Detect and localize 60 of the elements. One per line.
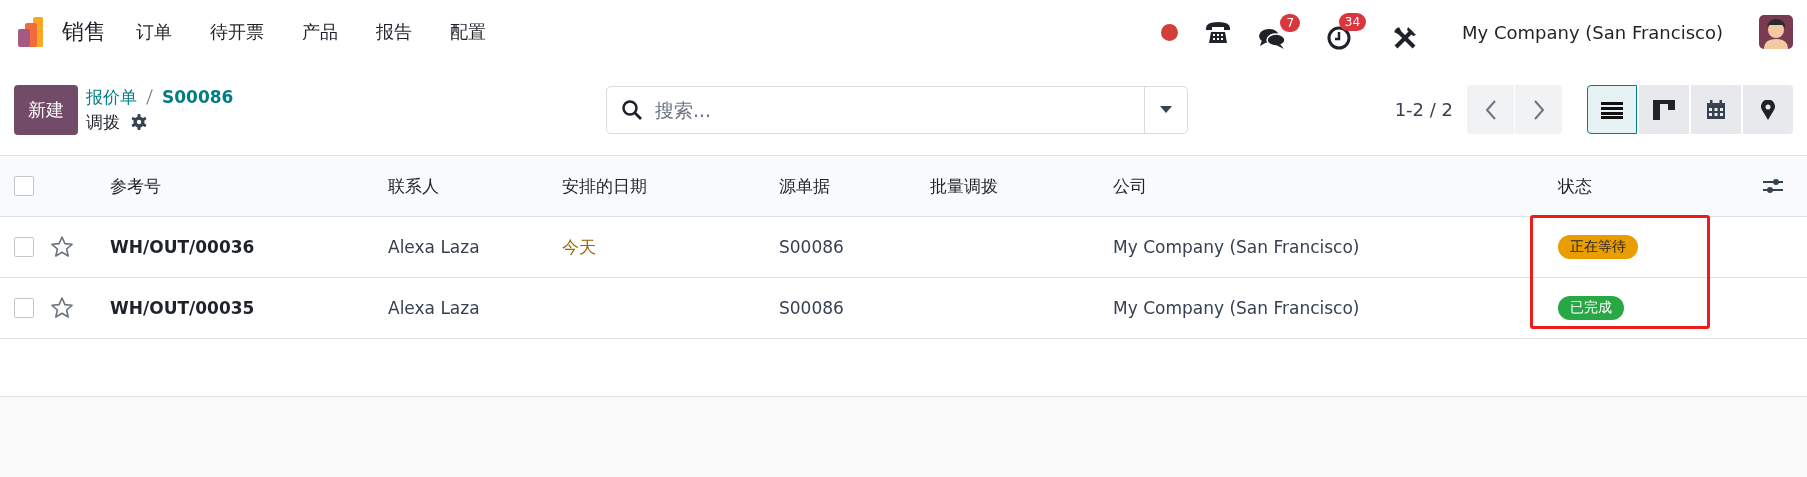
menu-item[interactable]: 配置: [450, 20, 486, 44]
table-cell: S00086: [779, 298, 844, 318]
select-all-checkbox[interactable]: [14, 176, 34, 196]
row-checkbox[interactable]: [14, 298, 34, 318]
table-cell: My Company (San Francisco): [1113, 298, 1360, 318]
chevron-right-icon: [1532, 98, 1545, 121]
breadcrumb-link[interactable]: S00086: [162, 87, 234, 107]
count-badge: 7: [1280, 14, 1301, 32]
list-view-button[interactable]: [1587, 85, 1637, 134]
user-avatar[interactable]: [1759, 15, 1793, 49]
count-badge: 34: [1338, 13, 1367, 31]
row-checkbox[interactable]: [14, 237, 34, 257]
column-header[interactable]: 联系人: [388, 174, 439, 198]
column-header[interactable]: 安排的日期: [562, 174, 647, 198]
company-switcher[interactable]: My Company (San Francisco): [1462, 21, 1723, 43]
calendar-view-button[interactable]: [1691, 85, 1741, 134]
table-cell: My Company (San Francisco): [1113, 237, 1360, 257]
app-name[interactable]: 销售: [62, 17, 106, 47]
calendar-icon: [1706, 99, 1726, 120]
activity-button[interactable]: 34: [1326, 13, 1367, 51]
table-cell: 今天: [562, 235, 596, 259]
star-icon[interactable]: [50, 296, 74, 320]
status-tag: 正在等待: [1558, 235, 1638, 259]
search-field[interactable]: 搜索...: [606, 85, 1188, 134]
star-icon[interactable]: [50, 235, 74, 259]
table-cell: WH/OUT/00036: [110, 237, 255, 257]
column-header[interactable]: 批量调拨: [930, 174, 998, 198]
kanban-view-button[interactable]: [1639, 85, 1689, 134]
table-cell: S00086: [779, 237, 844, 257]
page-title: 调拨: [86, 110, 120, 134]
menu-item[interactable]: 待开票: [210, 20, 264, 44]
settings-icon[interactable]: [130, 113, 148, 131]
search-icon: [621, 98, 643, 121]
caret-icon: [1160, 106, 1172, 113]
status-tag: 已完成: [1558, 296, 1624, 320]
column-header[interactable]: 状态: [1558, 174, 1592, 198]
table-cell: Alexa Laza: [388, 298, 480, 318]
breadcrumb-link[interactable]: 报价单: [86, 85, 137, 109]
pager-value: 1-2 / 2: [1394, 99, 1453, 120]
chat-button[interactable]: 7: [1258, 14, 1301, 50]
column-header[interactable]: 源单据: [779, 174, 830, 198]
list-icon: [1601, 100, 1623, 119]
chat-icon: [1258, 26, 1287, 50]
chevron-left-icon: [1484, 98, 1497, 121]
status-dot[interactable]: [1161, 23, 1179, 41]
phone-icon[interactable]: [1204, 19, 1233, 45]
column-header[interactable]: 参考号: [110, 174, 161, 198]
new-button[interactable]: 新建: [14, 84, 78, 135]
table-cell: Alexa Laza: [388, 237, 480, 257]
tools-icon: [1392, 25, 1419, 51]
menu-item[interactable]: 产品: [302, 20, 338, 44]
table-cell: WH/OUT/00035: [110, 298, 255, 318]
menu-item[interactable]: 订单: [136, 20, 172, 44]
clock-icon: [1326, 25, 1353, 51]
column-settings-icon[interactable]: [1763, 178, 1783, 194]
kanban-icon: [1653, 99, 1675, 120]
column-header[interactable]: 公司: [1113, 174, 1147, 198]
menu-item[interactable]: 报告: [376, 20, 412, 44]
map-pin-icon: [1761, 99, 1775, 120]
map-view-button[interactable]: [1743, 85, 1793, 134]
